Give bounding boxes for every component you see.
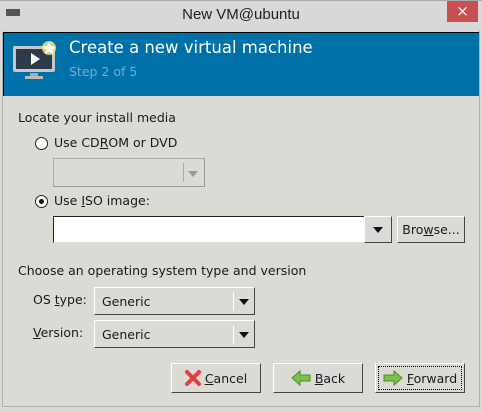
arrow-left-icon bbox=[291, 370, 311, 386]
label-part: SO image: bbox=[85, 193, 150, 208]
cancel-x-icon bbox=[184, 370, 201, 386]
close-button[interactable]: × bbox=[447, 1, 478, 22]
label-part: Use CD bbox=[54, 135, 100, 150]
cdrom-radio[interactable] bbox=[35, 137, 48, 150]
window-title: New VM@ubuntu bbox=[182, 6, 300, 23]
os-type-dropdown[interactable]: Generic bbox=[94, 287, 255, 315]
chevron-down-icon bbox=[239, 332, 249, 338]
cdrom-dropdown bbox=[53, 158, 205, 187]
iso-history-dropdown-button[interactable] bbox=[364, 216, 392, 243]
monitor-icon bbox=[13, 41, 56, 79]
back-label: Back bbox=[314, 370, 346, 386]
chevron-down-icon bbox=[373, 226, 383, 233]
iso-label[interactable]: Use ISO image: bbox=[54, 193, 150, 208]
cancel-label: Cancel bbox=[204, 370, 248, 386]
os-heading: Choose an operating system type and vers… bbox=[18, 263, 307, 278]
version-dropdown[interactable]: Generic bbox=[94, 320, 255, 348]
browse-label: Browse... bbox=[402, 222, 460, 237]
iso-radio[interactable] bbox=[35, 195, 48, 208]
label-part: OM or DVD bbox=[108, 135, 178, 150]
browse-button[interactable]: Browse... bbox=[397, 216, 465, 243]
os-type-value: Generic bbox=[102, 293, 151, 309]
forward-button[interactable]: Forward bbox=[375, 363, 465, 393]
chevron-down-icon bbox=[239, 299, 249, 305]
os-type-label: OS type: bbox=[33, 292, 87, 307]
banner-title: Create a new virtual machine bbox=[69, 38, 313, 57]
version-value: Generic bbox=[102, 326, 151, 342]
chevron-down-icon bbox=[188, 171, 198, 177]
iso-path-input[interactable] bbox=[53, 216, 365, 243]
back-button[interactable]: Back bbox=[273, 363, 363, 393]
install-media-heading: Locate your install media bbox=[18, 110, 176, 125]
cancel-button[interactable]: Cancel bbox=[171, 363, 261, 393]
banner-step: Step 2 of 5 bbox=[69, 64, 138, 79]
cdrom-label[interactable]: Use CDROM or DVD bbox=[54, 135, 177, 150]
label-part: Use bbox=[54, 193, 82, 208]
version-label: Version: bbox=[33, 325, 84, 340]
